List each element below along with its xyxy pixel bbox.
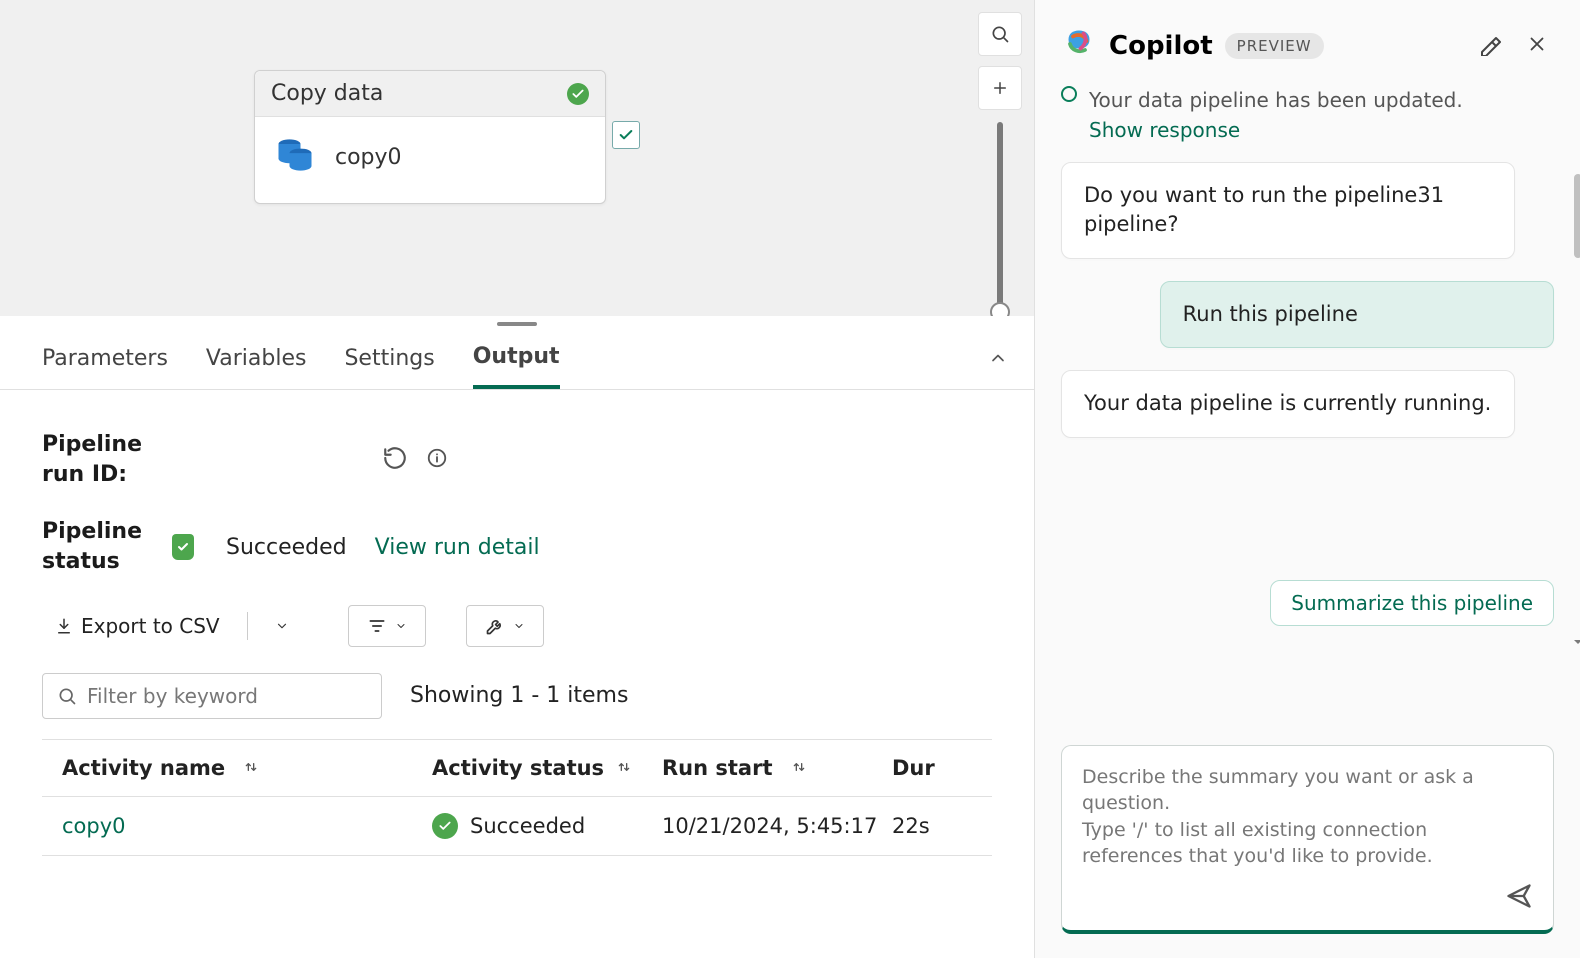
zoom-fit-button[interactable] bbox=[978, 12, 1022, 56]
tab-settings[interactable]: Settings bbox=[344, 328, 434, 387]
view-run-detail-link[interactable]: View run detail bbox=[375, 535, 540, 560]
sort-icon[interactable] bbox=[243, 756, 259, 780]
assistant-message: Your data pipeline is currently running. bbox=[1061, 370, 1515, 437]
copilot-pane: Copilot PREVIEW Your data pipeline has b… bbox=[1035, 0, 1580, 958]
export-csv-button[interactable]: Export to CSV bbox=[42, 605, 233, 647]
copilot-body: Your data pipeline has been updated. Sho… bbox=[1035, 74, 1580, 745]
zoom-slider[interactable] bbox=[997, 122, 1003, 312]
properties-tabs: Parameters Variables Settings Output bbox=[0, 326, 1034, 390]
col-activity-status[interactable]: Activity status bbox=[432, 756, 604, 780]
truncated-message: Your data pipeline has been updated. bbox=[1089, 88, 1554, 112]
collapse-panel-button[interactable] bbox=[988, 348, 1008, 372]
cell-start: 10/21/2024, 5:45:17 bbox=[662, 814, 877, 838]
scroll-down-icon[interactable] bbox=[1570, 634, 1580, 654]
scrollbar-thumb[interactable] bbox=[1574, 174, 1580, 258]
database-icon bbox=[273, 133, 317, 181]
suggestion-chip[interactable]: Summarize this pipeline bbox=[1270, 580, 1554, 626]
sort-icon[interactable] bbox=[791, 756, 807, 780]
activity-header: Copy data bbox=[255, 71, 605, 117]
activity-body: copy0 bbox=[255, 117, 605, 203]
run-id-label: Pipeline run ID: bbox=[42, 430, 152, 489]
tools-button[interactable] bbox=[466, 605, 544, 647]
table-row[interactable]: copy0 Succeeded 10/21/2024, 5:45:17 22s bbox=[42, 797, 992, 856]
export-csv-dropdown[interactable] bbox=[262, 610, 302, 642]
zoom-in-button[interactable] bbox=[978, 66, 1022, 110]
activity-name-label: copy0 bbox=[335, 145, 402, 170]
col-duration[interactable]: Dur bbox=[892, 756, 935, 780]
preview-badge: PREVIEW bbox=[1225, 33, 1324, 59]
show-response-link[interactable]: Show response bbox=[1089, 118, 1554, 142]
activities-table: Activity name Activity status Run start … bbox=[42, 739, 992, 856]
cell-duration: 22s bbox=[892, 814, 930, 838]
send-button[interactable] bbox=[1505, 882, 1533, 914]
main-pane: Copy data copy0 bbox=[0, 0, 1035, 958]
copilot-input[interactable]: Describe the summary you want or ask a q… bbox=[1061, 745, 1554, 934]
zoom-slider-thumb[interactable] bbox=[990, 302, 1010, 316]
copilot-title: Copilot bbox=[1109, 31, 1213, 61]
cell-activity-name[interactable]: copy0 bbox=[62, 814, 126, 838]
output-toolbar: Export to CSV bbox=[42, 605, 992, 647]
filter-columns-button[interactable] bbox=[348, 605, 426, 647]
copilot-logo-icon bbox=[1061, 26, 1097, 66]
status-value: Succeeded bbox=[226, 535, 347, 560]
tab-variables[interactable]: Variables bbox=[206, 328, 307, 387]
success-icon bbox=[567, 83, 589, 105]
output-panel: Pipeline run ID: Pipeline status Succeed… bbox=[0, 390, 1034, 958]
tab-parameters[interactable]: Parameters bbox=[42, 328, 168, 387]
user-message: Run this pipeline bbox=[1160, 281, 1554, 348]
success-port-icon[interactable] bbox=[612, 121, 640, 149]
info-icon[interactable] bbox=[426, 447, 448, 473]
filter-input-wrap[interactable] bbox=[42, 673, 382, 719]
tab-output[interactable]: Output bbox=[473, 326, 560, 389]
refresh-icon[interactable] bbox=[382, 445, 408, 475]
succeeded-icon bbox=[172, 534, 194, 560]
canvas-controls bbox=[978, 12, 1022, 312]
activity-title: Copy data bbox=[271, 81, 383, 106]
export-csv-label: Export to CSV bbox=[81, 614, 220, 638]
assistant-message: Do you want to run the pipeline31 pipeli… bbox=[1061, 162, 1515, 259]
col-run-start[interactable]: Run start bbox=[662, 756, 773, 780]
col-activity-name[interactable]: Activity name bbox=[62, 756, 225, 780]
filter-input[interactable] bbox=[87, 684, 367, 708]
showing-count: Showing 1 - 1 items bbox=[410, 683, 628, 708]
activity-node-copy-data[interactable]: Copy data copy0 bbox=[254, 70, 606, 204]
check-ring-icon bbox=[1061, 86, 1077, 102]
success-icon bbox=[432, 813, 458, 839]
status-label: Pipeline status bbox=[42, 517, 172, 576]
divider bbox=[247, 612, 248, 640]
copilot-header: Copilot PREVIEW bbox=[1035, 0, 1580, 74]
pipeline-canvas[interactable]: Copy data copy0 bbox=[0, 0, 1034, 316]
clear-chat-button[interactable] bbox=[1472, 26, 1508, 66]
sort-icon[interactable] bbox=[616, 756, 632, 780]
table-header: Activity name Activity status Run start … bbox=[42, 740, 992, 797]
close-copilot-button[interactable] bbox=[1520, 27, 1554, 65]
copilot-input-placeholder: Describe the summary you want or ask a q… bbox=[1082, 764, 1533, 870]
cell-status: Succeeded bbox=[470, 814, 585, 838]
